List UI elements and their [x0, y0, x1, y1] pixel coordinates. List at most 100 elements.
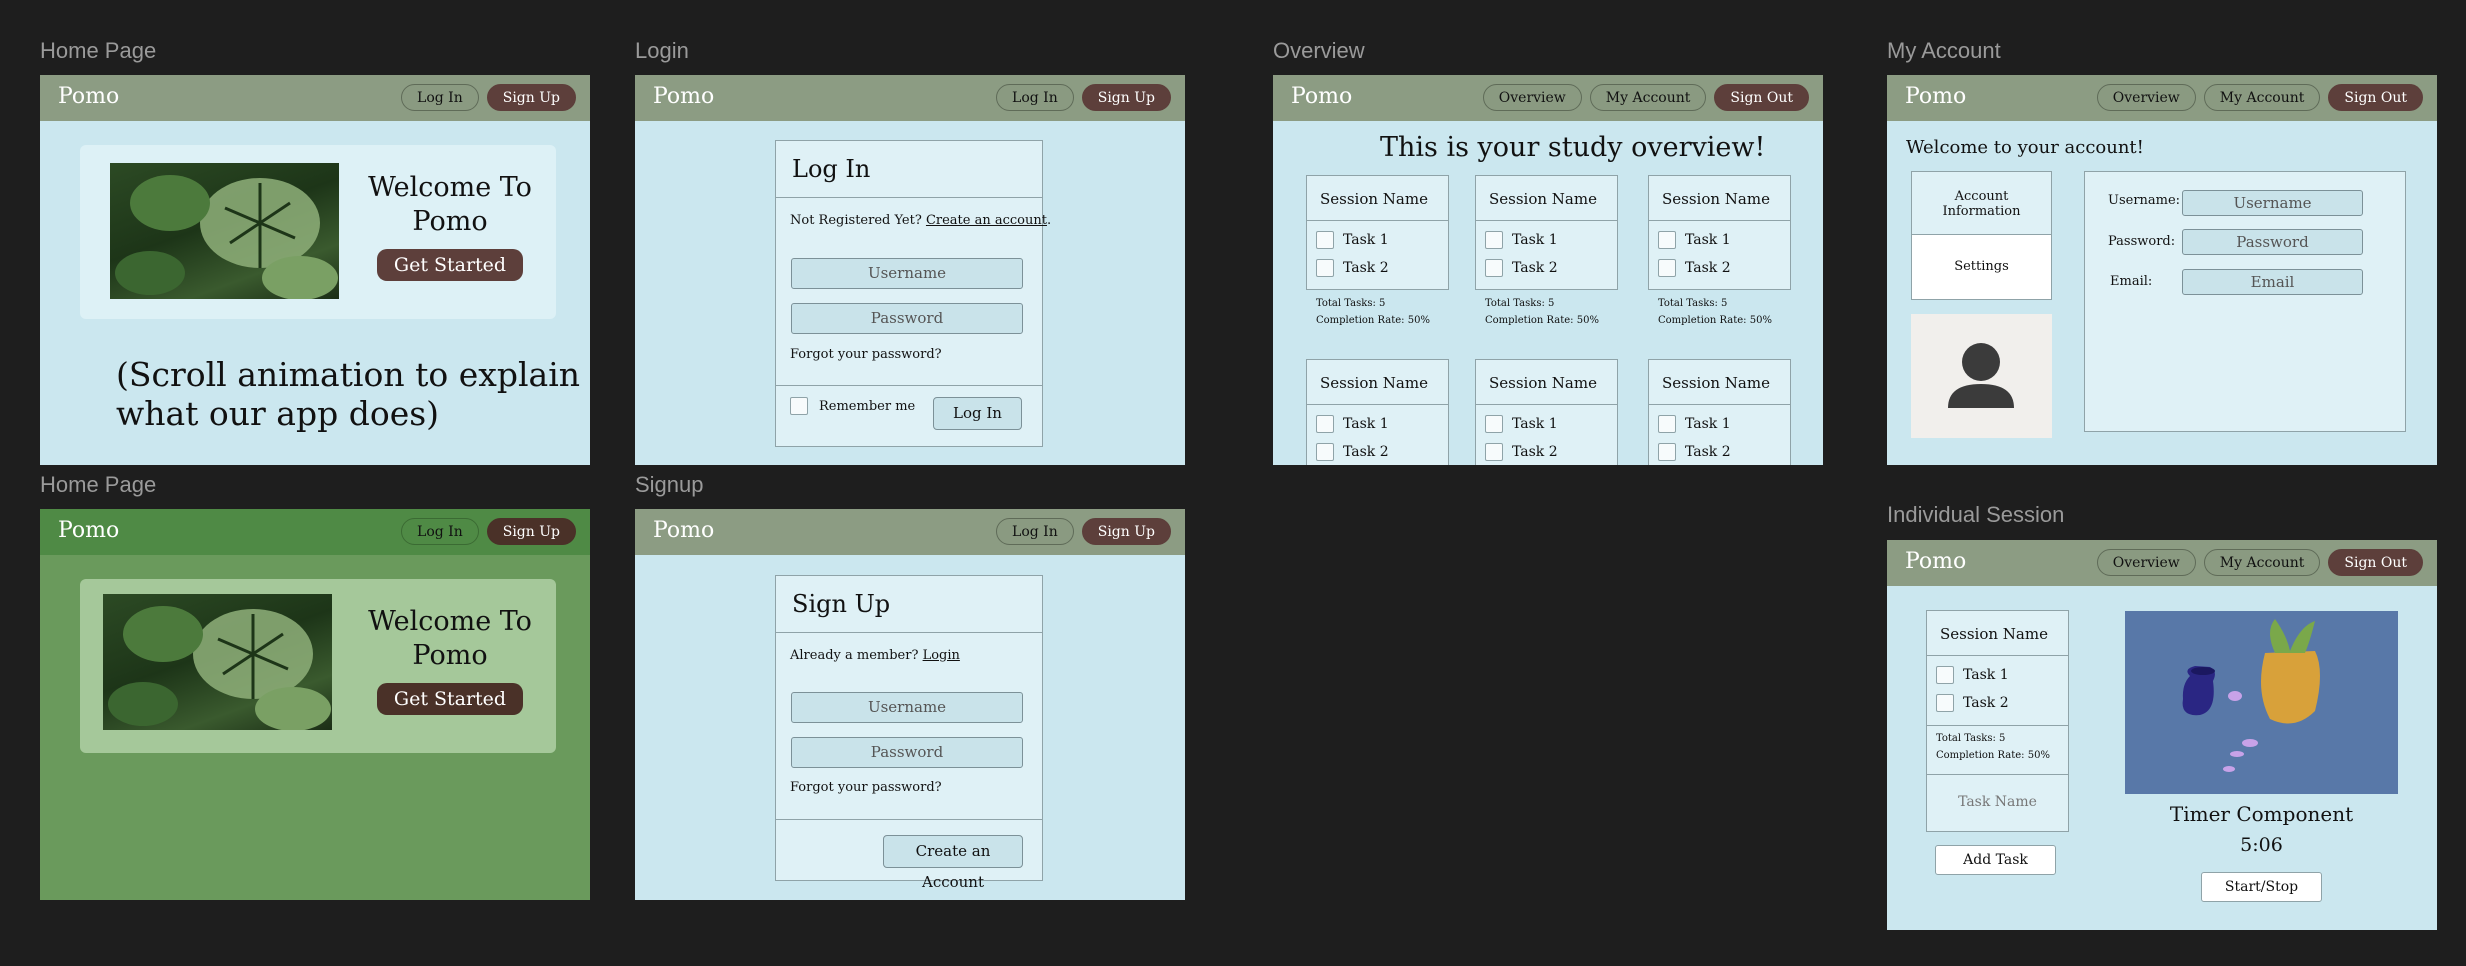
overview-nav-button[interactable]: Overview: [2096, 549, 2196, 576]
add-task-button[interactable]: Add Task: [1935, 845, 2056, 875]
login-nav-button[interactable]: Log In: [996, 518, 1074, 545]
username-field[interactable]: Username: [2182, 190, 2363, 216]
session-card[interactable]: Session Name Task 1 Task 2 Total Tasks: …: [1648, 175, 1791, 326]
create-account-link[interactable]: Create an account: [926, 213, 1047, 228]
overview-nav-button[interactable]: Overview: [2096, 84, 2196, 111]
individual-session-frame: Pomo Overview My Account Sign Out Sessio…: [1887, 540, 2437, 930]
logo[interactable]: Pomo: [653, 518, 714, 543]
total-tasks: Total Tasks: 5: [1485, 298, 1555, 309]
timer-value: 5:06: [2240, 834, 2283, 856]
password-input[interactable]: Password: [791, 737, 1023, 768]
sign-out-nav-button[interactable]: Sign Out: [2328, 549, 2423, 576]
forgot-password-link[interactable]: Forgot your password?: [790, 780, 942, 795]
welcome-title-line1: Welcome To: [368, 172, 532, 203]
task-checkbox[interactable]: [1485, 443, 1503, 461]
get-started-button[interactable]: Get Started: [377, 249, 523, 281]
my-account-nav-button[interactable]: My Account: [2203, 84, 2321, 111]
session-name: Session Name: [1662, 374, 1770, 392]
my-account-nav-button[interactable]: My Account: [1589, 84, 1707, 111]
navbar: Pomo Log In Sign Up: [635, 75, 1185, 121]
session-card[interactable]: Session Name Task 1 Task 2: [1306, 359, 1449, 465]
signup-nav-button[interactable]: Sign Up: [486, 84, 576, 111]
task-label: Task 1: [1512, 232, 1558, 248]
session-card[interactable]: Session Name Task 1 Task 2 Total Tasks: …: [1475, 175, 1618, 326]
task-checkbox[interactable]: [1658, 231, 1676, 249]
monstera-plant-image: [103, 594, 332, 730]
task-checkbox[interactable]: [1658, 443, 1676, 461]
divider: [776, 197, 1042, 198]
logo[interactable]: Pomo: [1291, 84, 1352, 109]
login-frame: Pomo Log In Sign Up Log In Not Registere…: [635, 75, 1185, 465]
welcome-title-line1: Welcome To: [368, 606, 532, 637]
task-checkbox[interactable]: [1485, 259, 1503, 277]
session-card[interactable]: Session Name Task 1 Task 2: [1475, 359, 1618, 465]
session-card[interactable]: Session Name Task 1 Task 2: [1648, 359, 1791, 465]
start-stop-button[interactable]: Start/Stop: [2201, 872, 2322, 902]
task-checkbox[interactable]: [1485, 231, 1503, 249]
task-checkbox[interactable]: [1316, 443, 1334, 461]
task-label: Task 2: [1685, 260, 1731, 276]
completion-rate: Completion Rate: 50%: [1658, 315, 1772, 326]
username-input[interactable]: Username: [791, 258, 1023, 289]
frame-label-overview: Overview: [1273, 38, 1365, 63]
account-info-tab[interactable]: Account Information: [1911, 171, 2052, 235]
login-nav-button[interactable]: Log In: [401, 84, 479, 111]
frame-label-my-account: My Account: [1887, 38, 2001, 63]
task-label: Task 1: [1343, 232, 1389, 248]
task-label: Task 2: [1343, 260, 1389, 276]
task-label: Task 2: [1512, 444, 1558, 460]
logo[interactable]: Pomo: [653, 84, 714, 109]
task-checkbox[interactable]: [1936, 694, 1954, 712]
logo[interactable]: Pomo: [58, 518, 119, 543]
task-checkbox[interactable]: [1316, 231, 1334, 249]
divider: [776, 819, 1042, 820]
login-nav-button[interactable]: Log In: [401, 518, 479, 545]
login-link[interactable]: Login: [923, 648, 960, 663]
home-page-frame: Pomo Log In Sign Up Welcome To Pomo Get …: [40, 75, 590, 465]
signup-nav-button[interactable]: Sign Up: [1081, 84, 1171, 111]
overview-nav-button[interactable]: Overview: [1482, 84, 1582, 111]
login-nav-button[interactable]: Log In: [996, 84, 1074, 111]
login-submit-button[interactable]: Log In: [933, 397, 1022, 430]
logo[interactable]: Pomo: [1905, 549, 1966, 574]
signup-nav-button[interactable]: Sign Up: [1081, 518, 1171, 545]
password-input[interactable]: Password: [791, 303, 1023, 334]
username-label: Username:: [2108, 193, 2181, 208]
task-checkbox[interactable]: [1316, 259, 1334, 277]
already-member-text: Already a member?: [790, 648, 919, 663]
frame-label-signup: Signup: [635, 472, 704, 497]
session-card: Session Name Task 1 Task 2 Total Tasks: …: [1926, 610, 2069, 780]
session-name: Session Name: [1489, 374, 1597, 392]
username-input[interactable]: Username: [791, 692, 1023, 723]
task-checkbox[interactable]: [1485, 415, 1503, 433]
settings-tab[interactable]: Settings: [1911, 234, 2052, 300]
signup-nav-button[interactable]: Sign Up: [486, 518, 576, 545]
task-checkbox[interactable]: [1936, 666, 1954, 684]
session-name: Session Name: [1320, 190, 1428, 208]
password-field[interactable]: Password: [2182, 229, 2363, 255]
session-name: Session Name: [1489, 190, 1597, 208]
divider: [1476, 220, 1617, 221]
signup-frame: Pomo Log In Sign Up Sign Up Already a me…: [635, 509, 1185, 900]
password-label: Password:: [2108, 234, 2176, 249]
forgot-password-link[interactable]: Forgot your password?: [790, 347, 942, 362]
sign-out-nav-button[interactable]: Sign Out: [1714, 84, 1809, 111]
logo[interactable]: Pomo: [58, 84, 119, 109]
frame-label-individual-session: Individual Session: [1887, 502, 2065, 527]
task-label: Task 2: [1685, 444, 1731, 460]
email-field[interactable]: Email: [2182, 269, 2363, 295]
get-started-button[interactable]: Get Started: [377, 683, 523, 715]
total-tasks: Total Tasks: 5: [1658, 298, 1728, 309]
logo[interactable]: Pomo: [1905, 84, 1966, 109]
session-card[interactable]: Session Name Task 1 Task 2 Total Tasks: …: [1306, 175, 1449, 326]
create-account-button[interactable]: Create an Account: [883, 835, 1023, 891]
remember-me-checkbox[interactable]: [790, 397, 808, 415]
task-label: Task 2: [1963, 695, 2009, 711]
my-account-nav-button[interactable]: My Account: [2203, 549, 2321, 576]
email-label: Email:: [2110, 274, 2153, 289]
task-checkbox[interactable]: [1316, 415, 1334, 433]
task-checkbox[interactable]: [1658, 415, 1676, 433]
task-checkbox[interactable]: [1658, 259, 1676, 277]
task-name-input[interactable]: Task Name: [1926, 774, 2069, 832]
sign-out-nav-button[interactable]: Sign Out: [2328, 84, 2423, 111]
